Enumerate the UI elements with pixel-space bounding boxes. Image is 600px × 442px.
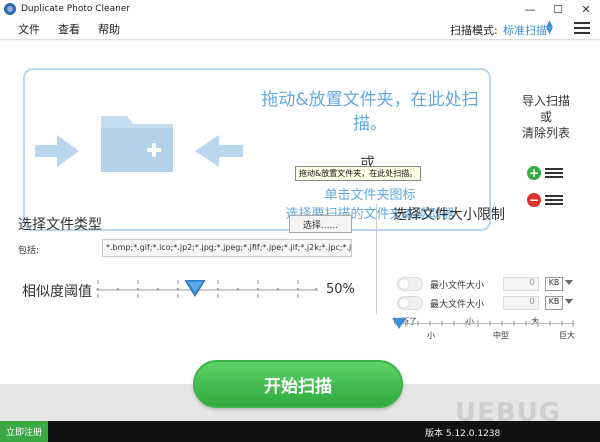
min-size-toggle[interactable] bbox=[397, 277, 423, 291]
file-types-title: 选择文件类型 bbox=[18, 217, 102, 233]
size-scale-bottom-labels: 小 中型 巨大 bbox=[393, 330, 579, 342]
clear-list-label: 清除列表 bbox=[521, 126, 570, 140]
select-file-types-button[interactable]: 选择...... bbox=[289, 215, 352, 233]
file-size-title: 选择文件大小限制 bbox=[393, 207, 505, 223]
or-label: 或 bbox=[539, 110, 552, 124]
clear-list-button[interactable]: − bbox=[527, 191, 567, 209]
size-scale-thumb[interactable] bbox=[392, 318, 406, 330]
section-divider bbox=[376, 204, 377, 314]
register-button[interactable]: 立即注册 bbox=[0, 421, 48, 442]
window-title: Duplicate Photo Cleaner bbox=[21, 4, 131, 14]
min-size-label: 最小文件大小 bbox=[430, 281, 485, 291]
import-or-clear-text: 导入扫描 或 清除列表 bbox=[508, 93, 584, 141]
menu-help[interactable]: 帮助 bbox=[98, 21, 120, 37]
version-text: 版本 5.12.0.1238 bbox=[425, 429, 501, 439]
scan-mode-select[interactable]: 标准扫描 bbox=[503, 22, 547, 38]
title-bar: Duplicate Photo Cleaner — ☐ ✕ bbox=[0, 0, 600, 18]
minus-icon: − bbox=[527, 193, 541, 207]
chevron-down-icon[interactable] bbox=[565, 280, 573, 285]
import-list-button[interactable]: + bbox=[527, 164, 567, 182]
menu-file[interactable]: 文件 bbox=[18, 21, 40, 37]
list-icon bbox=[545, 166, 563, 180]
import-scan-label: 导入扫描 bbox=[521, 94, 570, 108]
menu-view[interactable]: 查看 bbox=[58, 21, 80, 37]
max-size-input[interactable]: 0 bbox=[503, 296, 539, 310]
min-size-input[interactable]: 0 bbox=[503, 277, 539, 291]
arrow-left-icon bbox=[195, 135, 243, 167]
scan-mode-label: 扫描模式: bbox=[450, 24, 498, 37]
max-size-toggle[interactable] bbox=[397, 296, 423, 310]
app-icon bbox=[4, 3, 16, 15]
similarity-label: 相似度阈值 bbox=[22, 284, 92, 300]
size-scale-ticks bbox=[405, 320, 574, 327]
min-file-size-row: 最小文件大小 0 KB bbox=[397, 277, 577, 293]
plus-icon: + bbox=[527, 166, 541, 180]
tooltip: 拖动&放置文件夹，在此处扫描。 bbox=[295, 166, 422, 181]
updown-arrow-icon[interactable]: ▲ ▼ bbox=[546, 20, 553, 36]
max-size-unit[interactable]: KB bbox=[545, 296, 563, 310]
chevron-down-icon[interactable] bbox=[565, 299, 573, 304]
arrow-right-icon bbox=[35, 135, 79, 167]
scale-label-medium: 中型 bbox=[493, 331, 509, 340]
menu-bar: 文件 查看 帮助 扫描模式: 标准扫描 ▲ ▼ bbox=[0, 18, 600, 40]
max-file-size-row: 最大文件大小 0 KB bbox=[397, 296, 577, 312]
similarity-value: 50% bbox=[326, 282, 355, 297]
max-size-label: 最大文件大小 bbox=[430, 300, 485, 310]
close-button[interactable]: ✕ bbox=[572, 0, 600, 18]
maximize-button[interactable]: ☐ bbox=[544, 0, 572, 18]
include-extensions-field[interactable]: *.bmp;*.gif;*.ico;*.jp2;*.jpg;*.jpeg;*.j… bbox=[102, 239, 352, 257]
window-controls: — ☐ ✕ bbox=[516, 0, 600, 18]
scale-label-small-bottom: 小 bbox=[427, 331, 435, 340]
min-size-unit[interactable]: KB bbox=[545, 277, 563, 291]
start-scan-button[interactable]: 开始扫描 bbox=[193, 360, 403, 408]
list-icon bbox=[545, 193, 563, 207]
include-label: 包括: bbox=[18, 246, 40, 256]
hamburger-menu-icon[interactable] bbox=[574, 22, 590, 36]
status-bar: 立即注册 版本 5.12.0.1238 bbox=[0, 421, 600, 442]
add-folder-icon[interactable] bbox=[97, 110, 177, 176]
drop-zone-title: 拖动&放置文件夹，在此处扫描。 bbox=[261, 90, 479, 134]
similarity-ticks bbox=[97, 280, 317, 298]
click-folder-icon-link[interactable]: 单击文件夹图标 bbox=[255, 184, 485, 203]
similarity-slider-thumb[interactable] bbox=[185, 280, 205, 298]
minimize-button[interactable]: — bbox=[516, 0, 544, 18]
scale-label-huge: 巨大 bbox=[559, 331, 575, 340]
